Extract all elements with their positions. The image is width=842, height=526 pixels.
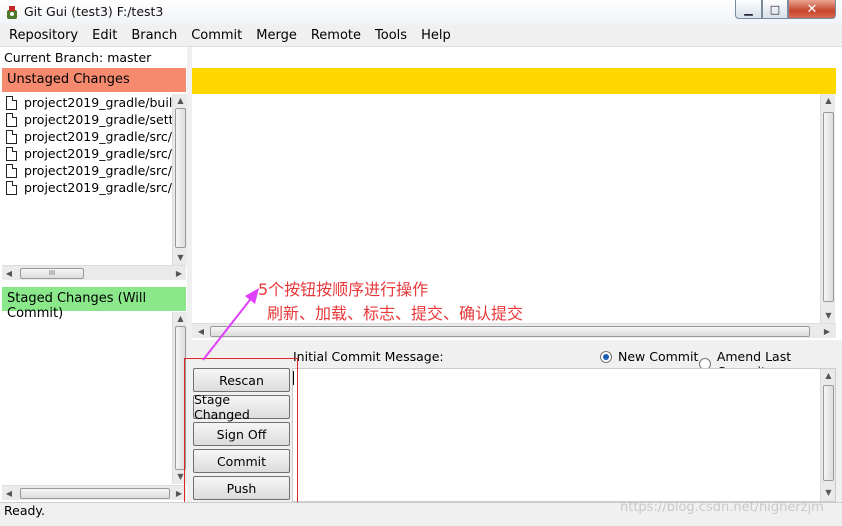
git-gui-app-icon (7, 6, 17, 19)
menu-repository[interactable]: Repository (4, 26, 83, 46)
scroll-thumb[interactable] (20, 488, 170, 499)
maximize-button[interactable]: □ (762, 0, 788, 19)
scroll-down-icon[interactable]: ▼ (821, 486, 836, 500)
scroll-left-icon[interactable]: ◀ (2, 266, 16, 281)
scroll-down-icon[interactable]: ▼ (821, 309, 836, 323)
scroll-thumb[interactable]: III (20, 268, 84, 279)
menu-tools[interactable]: Tools (370, 26, 412, 46)
file-icon (6, 95, 17, 110)
menu-branch[interactable]: Branch (126, 26, 182, 46)
file-icon (6, 129, 17, 144)
diff-horizontal-scrollbar[interactable]: ◀ ▶ (192, 323, 836, 338)
minimize-button[interactable]: ▁ (735, 0, 762, 19)
minimize-icon: ▁ (744, 2, 753, 16)
file-icon (6, 146, 17, 161)
scroll-thumb[interactable] (210, 326, 810, 337)
menu-remote[interactable]: Remote (306, 26, 366, 46)
annotation-highlight-box (184, 358, 298, 507)
menu-commit[interactable]: Commit (186, 26, 247, 46)
new-commit-option[interactable]: New Commit (600, 349, 698, 364)
scroll-thumb[interactable] (823, 385, 834, 481)
scroll-down-icon[interactable]: ▼ (173, 251, 188, 265)
unstaged-file-list: project2019_gradle/build project2019_gra… (6, 94, 172, 196)
list-item[interactable]: project2019_gradle/build (6, 94, 172, 111)
close-button[interactable]: ✕ (788, 0, 836, 19)
diff-vertical-scrollbar[interactable]: ▲ ▼ (820, 94, 835, 323)
list-item[interactable]: project2019_gradle/src/r (6, 179, 172, 196)
scroll-up-icon[interactable]: ▲ (173, 94, 188, 108)
list-item[interactable]: project2019_gradle/src/r (6, 145, 172, 162)
new-commit-label: New Commit (618, 349, 699, 364)
list-item[interactable]: project2019_gradle/src/r (6, 162, 172, 179)
unstaged-vertical-scrollbar[interactable]: ▲ ▼ (172, 94, 187, 265)
file-icon (6, 112, 17, 127)
list-item[interactable]: project2019_gradle/src/r (6, 128, 172, 145)
window-title: Git Gui (test3) F:/test3 (24, 4, 164, 19)
unstaged-horizontal-scrollbar[interactable]: ◀ III ▶ (2, 265, 186, 280)
annotation-arrow (202, 288, 259, 361)
scroll-thumb[interactable] (175, 108, 186, 248)
scroll-up-icon[interactable]: ▲ (821, 94, 836, 108)
watermark: https://blog.csdn.net/higherzjm (620, 500, 824, 515)
menu-bar: Repository Edit Branch Commit Merge Remo… (0, 26, 842, 47)
diff-header-bar (192, 68, 836, 94)
commit-message-scrollbar[interactable]: ▲ ▼ (820, 369, 835, 501)
menu-help[interactable]: Help (416, 26, 456, 46)
scroll-up-icon[interactable]: ▲ (173, 312, 188, 326)
menu-edit[interactable]: Edit (87, 26, 122, 46)
unstaged-changes-header: Unstaged Changes (2, 68, 186, 92)
scroll-right-icon[interactable]: ▶ (172, 266, 186, 281)
file-icon (6, 163, 17, 178)
commit-message-label: Initial Commit Message: (293, 349, 444, 364)
scroll-thumb[interactable] (823, 112, 834, 302)
close-icon: ✕ (806, 1, 818, 17)
annotation-line-2: 刷新、加载、标志、提交、确认提交 (267, 304, 524, 323)
list-item[interactable]: project2019_gradle/setti (6, 111, 172, 128)
scroll-left-icon[interactable]: ◀ (2, 486, 16, 501)
new-commit-radio[interactable] (600, 350, 612, 363)
staged-changes-header: Staged Changes (Will Commit) (2, 287, 186, 321)
current-branch-label: Current Branch: master (4, 50, 152, 65)
annotation-line-1: 5个按钮按顺序进行操作 (258, 280, 429, 299)
menu-merge[interactable]: Merge (251, 26, 302, 46)
staged-horizontal-scrollbar[interactable]: ◀ ▶ (2, 485, 186, 500)
commit-message-input[interactable] (292, 368, 836, 502)
file-icon (6, 180, 17, 195)
scroll-right-icon[interactable]: ▶ (820, 324, 834, 339)
maximize-icon: □ (769, 2, 781, 16)
status-text: Ready. (4, 503, 45, 518)
scroll-up-icon[interactable]: ▲ (821, 369, 836, 383)
